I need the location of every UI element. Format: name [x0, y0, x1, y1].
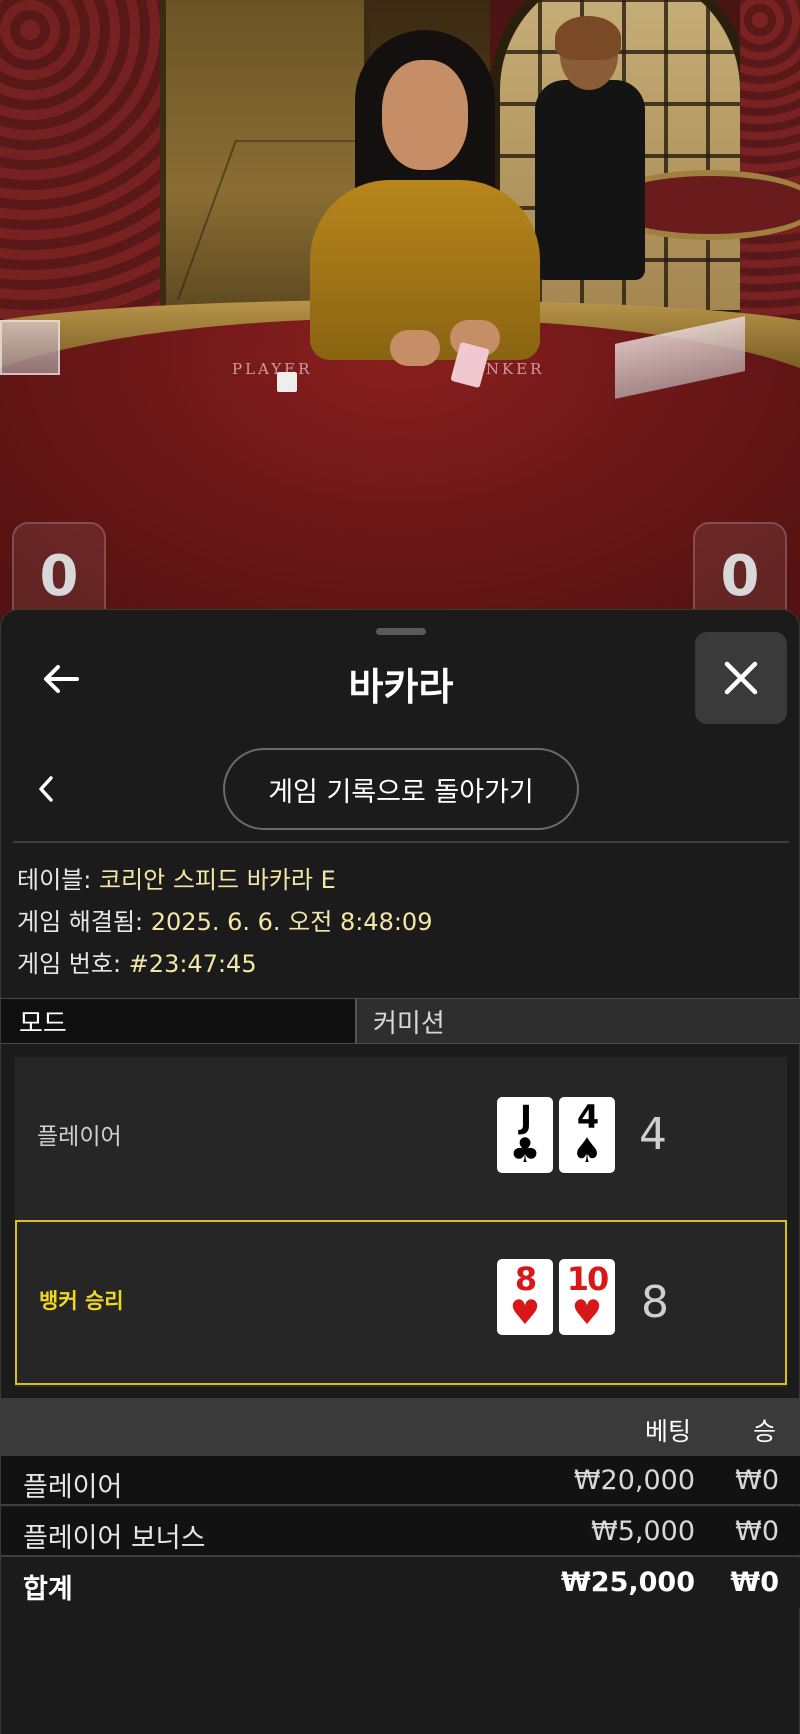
discard-tray: [0, 320, 60, 375]
banker-card-1: 8 ♥: [497, 1259, 553, 1335]
resolved-info: 게임 해결됨: 2025. 6. 6. 오전 8:48:09: [17, 902, 432, 937]
divider: [13, 841, 789, 843]
heart-suit-icon: ♥: [571, 1293, 603, 1333]
heart-suit-icon: ♥: [509, 1293, 541, 1333]
spade-suit-icon: ♠: [571, 1131, 603, 1171]
mode-value: 커미션: [373, 1008, 445, 1039]
banker-card-2: 10 ♥: [559, 1259, 615, 1335]
banker-hand-total: 8: [641, 1277, 669, 1328]
game-number-value: #23:47:45: [128, 950, 257, 978]
win-amount: ₩0: [735, 1516, 779, 1547]
game-history-sheet: 바카라 게임 기록으로 돌아가기 테이블: 코리안 스피드 바카라 E 게임 해…: [0, 609, 800, 1734]
resolved-value: 2025. 6. 6. 오전 8:48:09: [150, 908, 433, 936]
felt-label-player: PLAYER: [232, 360, 313, 378]
table-label: 테이블:: [17, 866, 92, 894]
bet-name: 플레이어: [23, 1472, 123, 1503]
wall-pattern-left: [0, 0, 170, 330]
live-video-stream: PLAYER BANKER 0 0: [0, 0, 800, 620]
back-to-history-button[interactable]: 게임 기록으로 돌아가기: [223, 748, 579, 830]
chevron-left-icon: [39, 776, 53, 802]
game-number-info: 게임 번호: #23:47:45: [17, 944, 257, 979]
total-win-amount: ₩0: [730, 1567, 779, 1598]
close-button[interactable]: [695, 632, 787, 724]
club-suit-icon: ♣: [509, 1131, 541, 1171]
mode-label: 모드: [1, 999, 357, 1043]
table-value: 코리안 스피드 바카라 E: [98, 866, 336, 894]
hand-result: 플레이어 J ♣ 4 ♠ 4 뱅커 승리 8 ♥ 10 ♥ 8: [15, 1057, 787, 1387]
table-info: 테이블: 코리안 스피드 바카라 E: [17, 860, 336, 895]
card-rank: 10: [566, 1260, 610, 1298]
player-score-overlay: 0: [12, 522, 106, 612]
card-rank: 4: [576, 1098, 599, 1136]
wall-pattern-right: [740, 0, 800, 330]
game-number-label: 게임 번호:: [17, 950, 122, 978]
player-hand-total: 4: [639, 1109, 667, 1160]
dealer: [300, 30, 550, 366]
player-card-1: J ♣: [497, 1097, 553, 1173]
resolved-label: 게임 해결됨:: [17, 908, 144, 936]
player-hand-row: 플레이어 J ♣ 4 ♠ 4: [15, 1057, 787, 1215]
prev-game-button[interactable]: [31, 769, 61, 809]
bet-column-header: 베팅: [645, 1417, 692, 1446]
card-rank: 8: [514, 1260, 537, 1298]
card-rank: J: [520, 1098, 532, 1136]
table-row: 플레이어 ₩20,000 ₩0: [1, 1456, 800, 1506]
player-hand-label: 플레이어: [37, 1124, 122, 1150]
total-row: 합계 ₩25,000 ₩0: [1, 1558, 800, 1608]
table-row: 플레이어 보너스 ₩5,000 ₩0: [1, 1507, 800, 1557]
win-column-header: 승: [753, 1417, 777, 1446]
player-card-2: 4 ♠: [559, 1097, 615, 1173]
bets-table-header: 베팅 승: [1, 1398, 800, 1456]
bet-name: 플레이어 보너스: [23, 1523, 206, 1554]
mode-bar: 모드 커미션: [1, 998, 800, 1044]
player-table-card: [277, 372, 297, 392]
banker-score-overlay: 0: [693, 522, 787, 612]
bet-amount: ₩5,000: [591, 1516, 695, 1547]
total-bet-amount: ₩25,000: [561, 1567, 695, 1598]
banker-hand-label: 뱅커 승리: [39, 1289, 124, 1313]
sheet-title: 바카라: [348, 665, 454, 709]
close-x-icon: [724, 661, 758, 695]
bet-amount: ₩20,000: [573, 1465, 695, 1496]
win-amount: ₩0: [735, 1465, 779, 1496]
total-label: 합계: [23, 1574, 73, 1605]
banker-hand-row: 뱅커 승리 8 ♥ 10 ♥ 8: [15, 1220, 787, 1385]
sheet-drag-handle[interactable]: [376, 628, 426, 635]
